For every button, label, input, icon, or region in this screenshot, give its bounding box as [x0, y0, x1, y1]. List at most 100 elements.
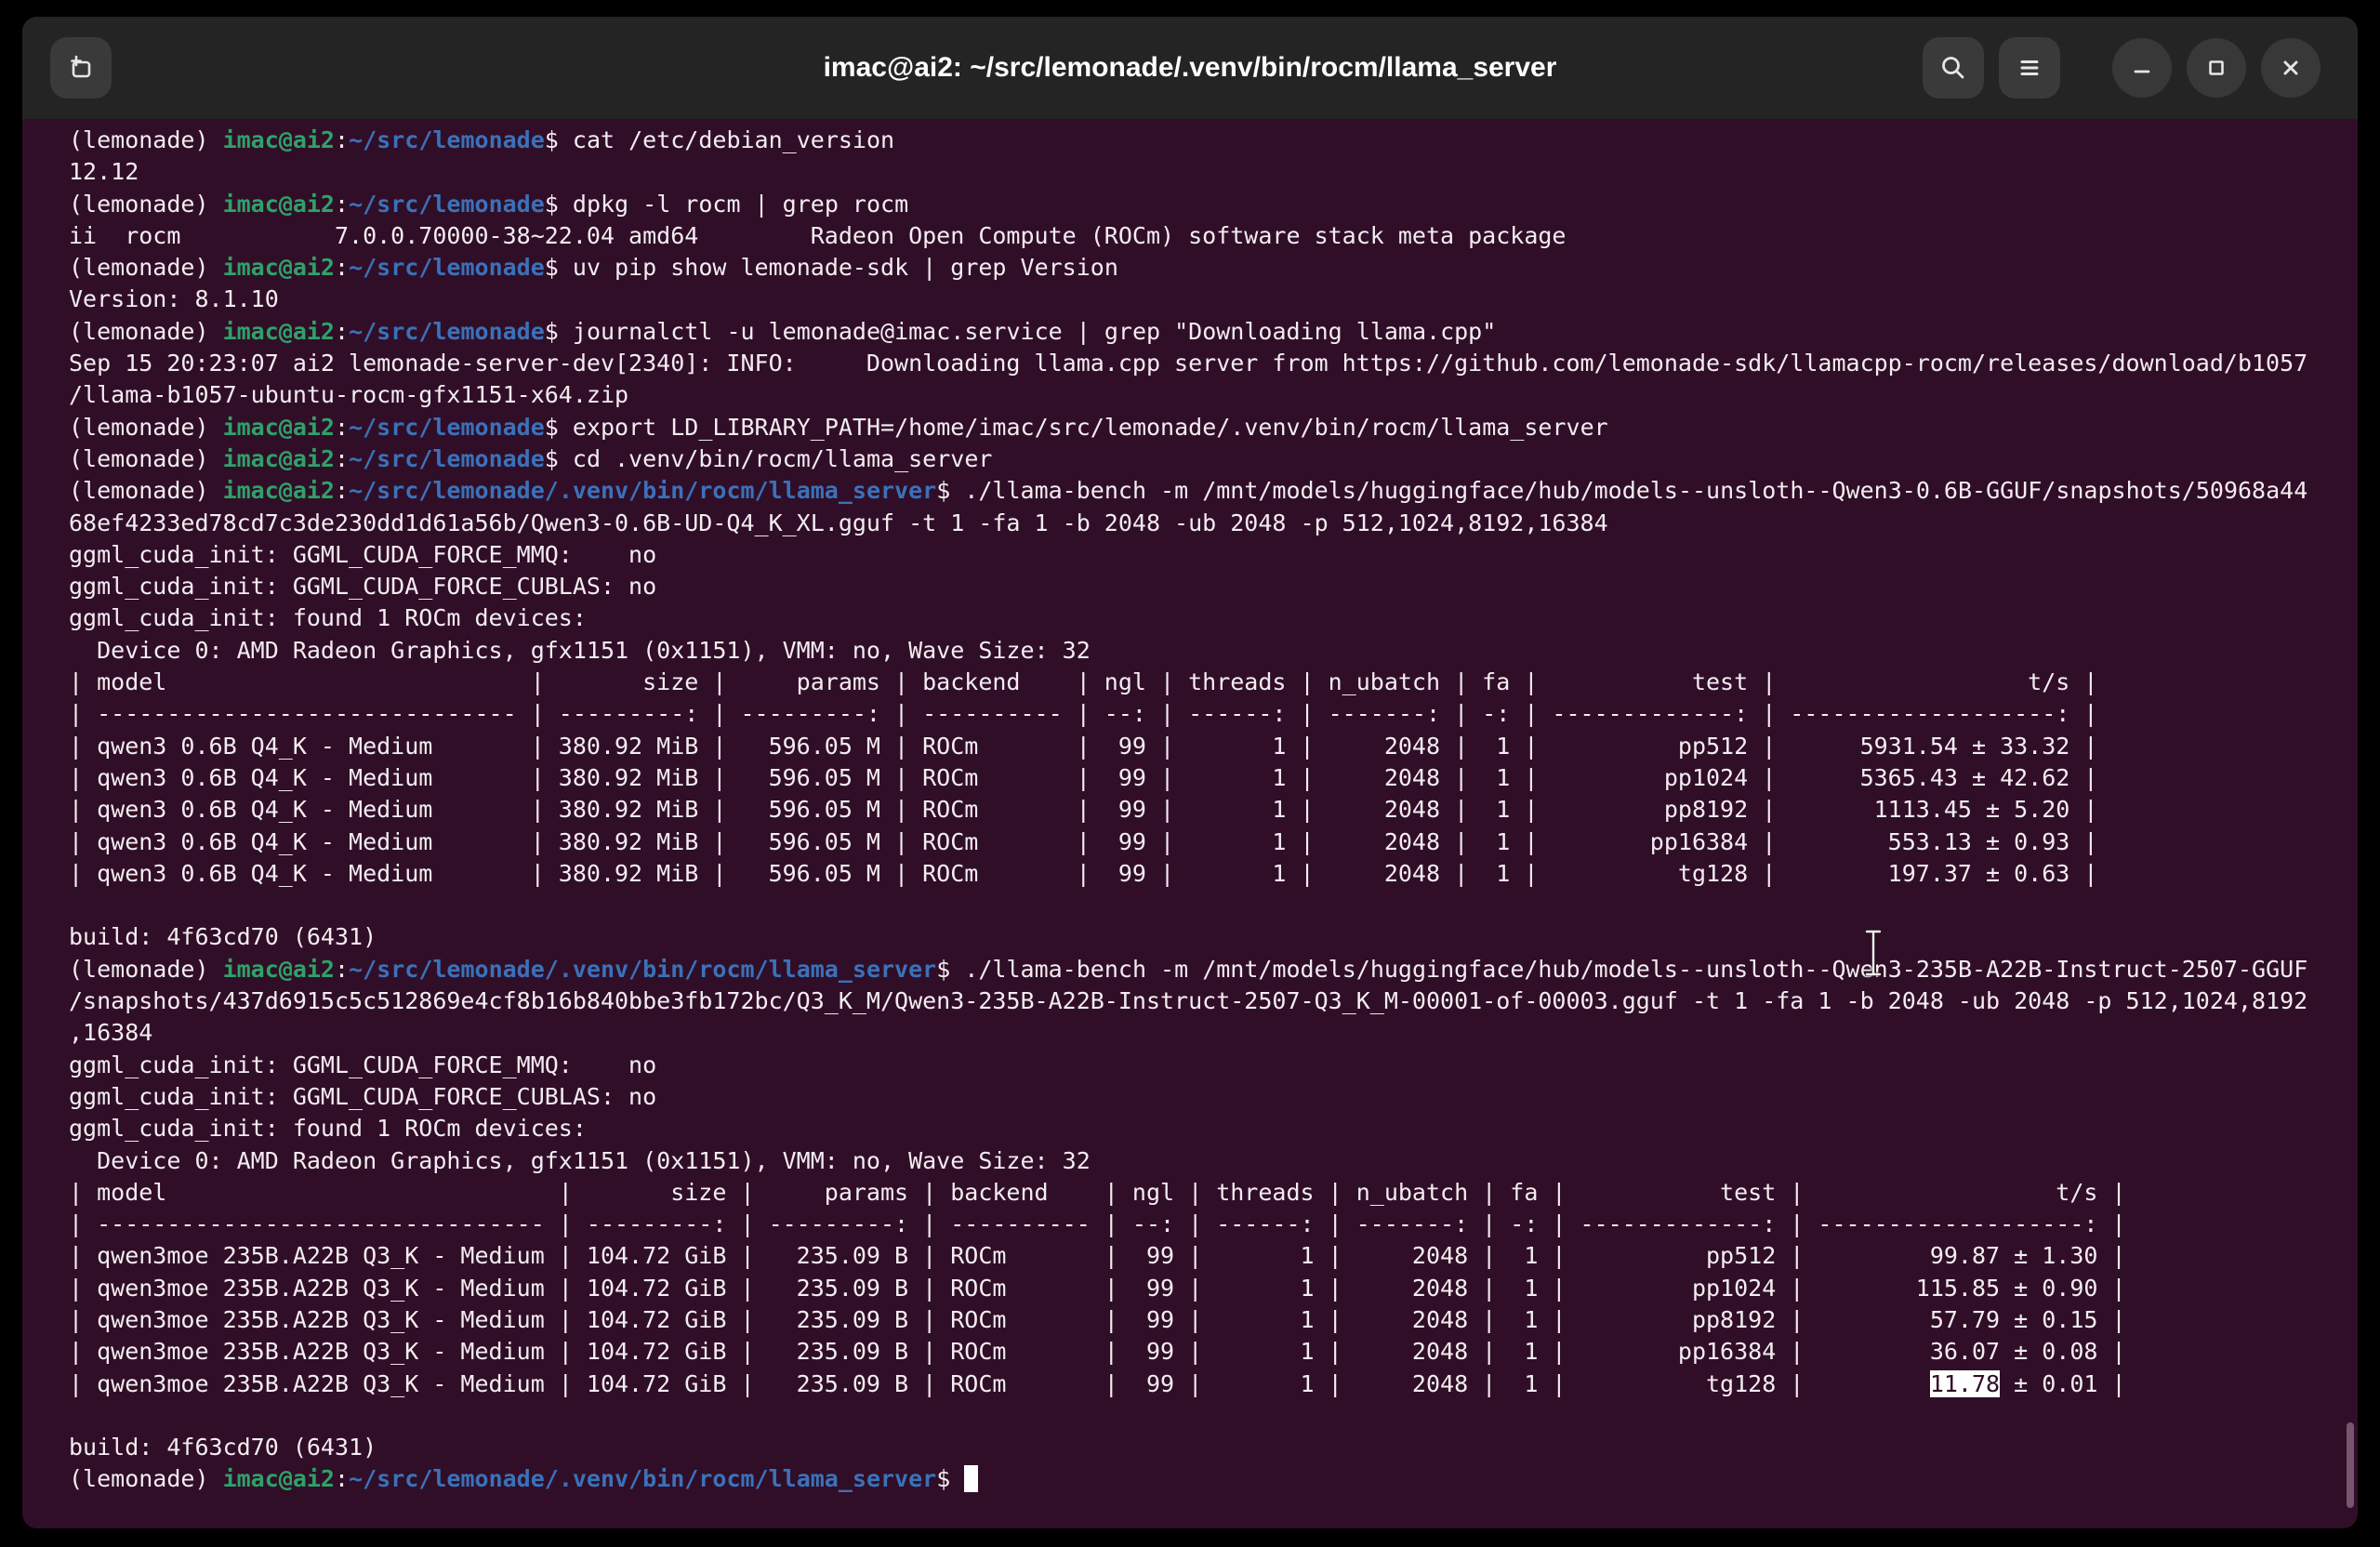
terminal-text: ggml_cuda_init: GGML_CUDA_FORCE_MMQ: no [69, 1051, 656, 1078]
terminal-text: build: 4f63cd70 (6431) [69, 1434, 377, 1461]
terminal-line: (lemonade) imac@ai2:~/src/lemonade$ expo… [69, 412, 2358, 443]
terminal-text: (lemonade) [69, 445, 223, 472]
terminal-text: : [335, 1465, 349, 1492]
terminal-text: Sep 15 20:23:07 ai2 lemonade-server-dev[… [69, 350, 2307, 377]
scrollbar[interactable] [2347, 1422, 2354, 1508]
terminal-line: | qwen3 0.6B Q4_K - Medium | 380.92 MiB … [69, 858, 2358, 890]
terminal-line: build: 4f63cd70 (6431) [69, 921, 2358, 953]
prompt-path: ~/src/lemonade [349, 191, 545, 218]
minimize-icon [2126, 52, 2158, 84]
terminal-text: $ [545, 254, 573, 281]
prompt-user-host: imac@ai2 [223, 1465, 335, 1492]
terminal-text: export LD_LIBRARY_PATH=/home/imac/src/le… [573, 414, 1608, 441]
terminal-text: $ [545, 445, 573, 472]
search-button[interactable] [1923, 37, 1984, 99]
terminal-text: ggml_cuda_init: found 1 ROCm devices: [69, 1115, 587, 1142]
close-icon [2275, 52, 2307, 84]
terminal-line: | qwen3 0.6B Q4_K - Medium | 380.92 MiB … [69, 731, 2358, 762]
prompt-user-host: imac@ai2 [223, 318, 335, 345]
search-icon [1937, 52, 1969, 84]
terminal-text: | qwen3moe 235B.A22B Q3_K - Medium | 104… [69, 1306, 2126, 1333]
terminal-text: cat /etc/debian_version [573, 126, 894, 153]
prompt-user-host: imac@ai2 [223, 414, 335, 441]
terminal-text: $ [545, 126, 573, 153]
terminal-text: build: 4f63cd70 (6431) [69, 923, 377, 950]
terminal-line: ,16384 [69, 1017, 2358, 1049]
new-tab-icon [64, 51, 98, 85]
close-button[interactable] [2261, 38, 2320, 98]
terminal-text: ii rocm 7.0.0.70000-38~22.04 amd64 Radeo… [69, 222, 1567, 249]
terminal-text: : [335, 956, 349, 983]
terminal-line: | qwen3moe 235B.A22B Q3_K - Medium | 104… [69, 1368, 2358, 1400]
terminal-line: | qwen3 0.6B Q4_K - Medium | 380.92 MiB … [69, 762, 2358, 794]
prompt-user-host: imac@ai2 [223, 956, 335, 983]
terminal-line: | model | size | params | backend | ngl … [69, 667, 2358, 698]
terminal-text: (lemonade) [69, 126, 223, 153]
menu-button[interactable] [1999, 37, 2060, 99]
prompt-user-host: imac@ai2 [223, 477, 335, 504]
terminal-text: (lemonade) [69, 254, 223, 281]
terminal-line: ii rocm 7.0.0.70000-38~22.04 amd64 Radeo… [69, 220, 2358, 252]
terminal-text: Device 0: AMD Radeon Graphics, gfx1151 (… [69, 637, 1091, 664]
prompt-user-host: imac@ai2 [223, 126, 335, 153]
terminal-text: $ [545, 191, 573, 218]
terminal-line: ggml_cuda_init: found 1 ROCm devices: [69, 1113, 2358, 1144]
terminal-text: ggml_cuda_init: found 1 ROCm devices: [69, 604, 587, 631]
terminal-line: ggml_cuda_init: found 1 ROCm devices: [69, 602, 2358, 634]
terminal-line: Version: 8.1.10 [69, 284, 2358, 315]
terminal-text: (lemonade) [69, 318, 223, 345]
terminal-text: : [335, 191, 349, 218]
terminal-line: (lemonade) imac@ai2:~/src/lemonade/.venv… [69, 1463, 2358, 1495]
terminal-text: /snapshots/437d6915c5c512869e4cf8b16b840… [69, 987, 2307, 1014]
window-controls [1923, 37, 2320, 99]
minimize-button[interactable] [2112, 38, 2172, 98]
terminal-text: Version: 8.1.10 [69, 285, 279, 312]
terminal-line: ggml_cuda_init: GGML_CUDA_FORCE_MMQ: no [69, 539, 2358, 571]
maximize-button[interactable] [2187, 38, 2246, 98]
terminal-line: | qwen3moe 235B.A22B Q3_K - Medium | 104… [69, 1240, 2358, 1272]
terminal-text: | qwen3 0.6B Q4_K - Medium | 380.92 MiB … [69, 733, 2097, 760]
terminal-line: (lemonade) imac@ai2:~/src/lemonade$ cd .… [69, 443, 2358, 475]
terminal-text: ,16384 [69, 1019, 152, 1046]
terminal-text: | model | size | params | backend | ngl … [69, 1179, 2126, 1206]
prompt-user-host: imac@ai2 [223, 254, 335, 281]
terminal-line: (lemonade) imac@ai2:~/src/lemonade/.venv… [69, 954, 2358, 985]
terminal-text: | ------------------------------ | -----… [69, 700, 2097, 727]
prompt-path: ~/src/lemonade [349, 445, 545, 472]
terminal-line: | qwen3moe 235B.A22B Q3_K - Medium | 104… [69, 1304, 2358, 1336]
terminal-text: $ [936, 956, 964, 983]
terminal-line: Device 0: AMD Radeon Graphics, gfx1151 (… [69, 1145, 2358, 1177]
terminal-text: | qwen3moe 235B.A22B Q3_K - Medium | 104… [69, 1242, 2126, 1269]
terminal-line: /llama-b1057-ubuntu-rocm-gfx1151-x64.zip [69, 379, 2358, 411]
prompt-path: ~/src/lemonade [349, 318, 545, 345]
terminal-line: (lemonade) imac@ai2:~/src/lemonade$ jour… [69, 316, 2358, 348]
terminal-line: 68ef4233ed78cd7c3de230dd1d61a56b/Qwen3-0… [69, 508, 2358, 539]
titlebar[interactable]: imac@ai2: ~/src/lemonade/.venv/bin/rocm/… [22, 17, 2358, 119]
prompt-path: ~/src/lemonade/.venv/bin/rocm/llama_serv… [349, 1465, 936, 1492]
terminal-text: : [335, 254, 349, 281]
terminal-text: : [335, 477, 349, 504]
terminal-line: | model | size | params | backend | ngl … [69, 1177, 2358, 1209]
highlighted-value: 11.78 [1930, 1370, 2000, 1397]
terminal-line: Device 0: AMD Radeon Graphics, gfx1151 (… [69, 635, 2358, 667]
terminal-line: | qwen3moe 235B.A22B Q3_K - Medium | 104… [69, 1336, 2358, 1368]
prompt-path: ~/src/lemonade [349, 126, 545, 153]
terminal-text: (lemonade) [69, 1465, 223, 1492]
prompt-path: ~/src/lemonade [349, 254, 545, 281]
terminal-text: cd .venv/bin/rocm/llama_server [573, 445, 993, 472]
terminal-text: ./llama-bench -m /mnt/models/huggingface… [964, 956, 2307, 983]
prompt-path: ~/src/lemonade/.venv/bin/rocm/llama_serv… [349, 956, 936, 983]
terminal-text: : [335, 318, 349, 345]
terminal-text: | qwen3 0.6B Q4_K - Medium | 380.92 MiB … [69, 764, 2097, 791]
terminal-text: $ [545, 414, 573, 441]
new-tab-button[interactable] [50, 37, 112, 99]
terminal-text: (lemonade) [69, 414, 223, 441]
terminal-text: | qwen3moe 235B.A22B Q3_K - Medium | 104… [69, 1275, 2126, 1302]
terminal-line: build: 4f63cd70 (6431) [69, 1432, 2358, 1463]
terminal-line: | -------------------------------- | ---… [69, 1209, 2358, 1240]
terminal-text: (lemonade) [69, 191, 223, 218]
terminal-text: : [335, 445, 349, 472]
terminal-output[interactable]: (lemonade) imac@ai2:~/src/lemonade$ cat … [22, 119, 2358, 1496]
terminal-line: Sep 15 20:23:07 ai2 lemonade-server-dev[… [69, 348, 2358, 379]
terminal-text: 68ef4233ed78cd7c3de230dd1d61a56b/Qwen3-0… [69, 509, 1608, 536]
